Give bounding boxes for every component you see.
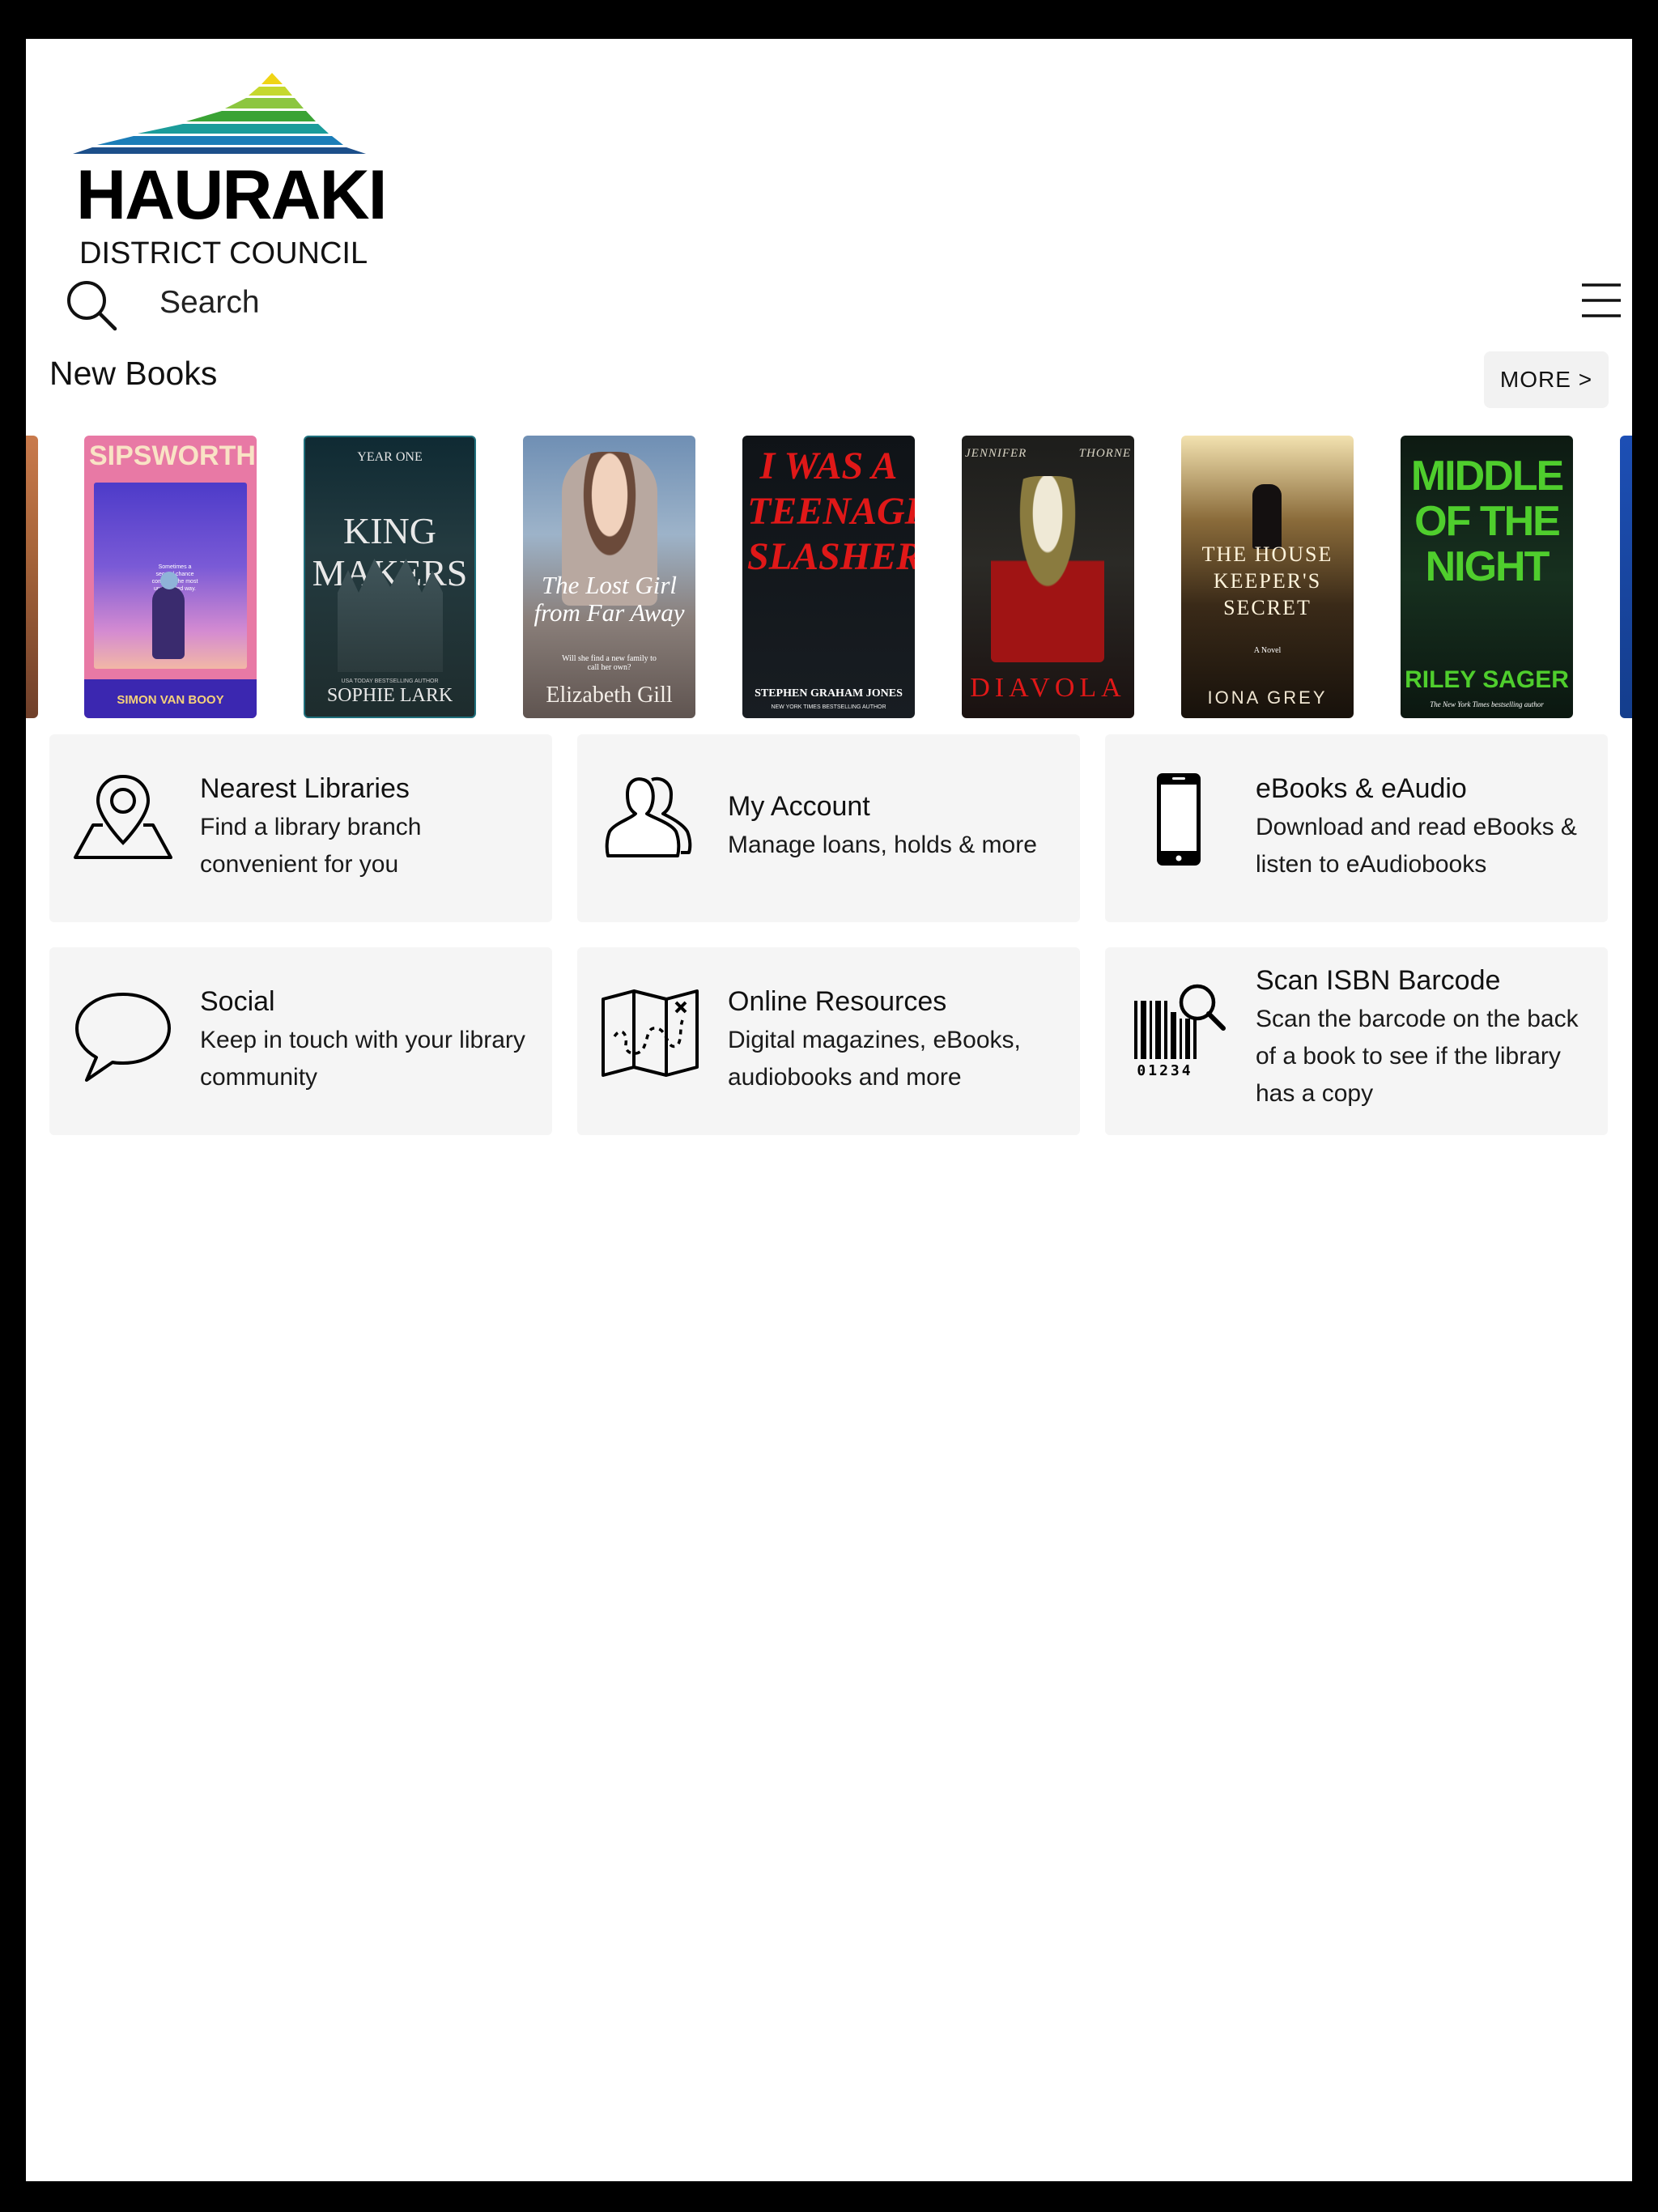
book-author: JENNIFER THORNE bbox=[965, 447, 1131, 460]
book-cover-partial-left[interactable] bbox=[26, 436, 38, 718]
book-cover[interactable]: THE HOUSE KEEPER'S SECRET A Novel IONA G… bbox=[1181, 436, 1354, 718]
new-books-carousel[interactable]: SIPSWORTH Sometimes a second chance come… bbox=[26, 436, 1632, 719]
book-tagline: USA TODAY BESTSELLING AUTHOR bbox=[341, 678, 439, 684]
book-title: I WAS A TEENAGE SLASHER bbox=[747, 445, 915, 578]
tile-description: Keep in touch with your library communit… bbox=[200, 1027, 525, 1091]
tile-title: My Account bbox=[728, 791, 870, 822]
map-pin-icon bbox=[74, 774, 172, 859]
tile-scan-isbn-barcode[interactable]: 01234 Scan ISBN Barcode Scan the barcode… bbox=[1105, 947, 1608, 1135]
tile-description: Download and read eBooks & listen to eAu… bbox=[1256, 814, 1577, 878]
book-figure bbox=[991, 476, 1104, 662]
book-art: Sometimes a second chance comes in the m… bbox=[94, 483, 247, 669]
tile-title: Nearest Libraries bbox=[200, 773, 410, 804]
book-kicker: YEAR ONE bbox=[357, 450, 423, 464]
tile-description: Digital magazines, eBooks, audiobooks an… bbox=[728, 1027, 1021, 1091]
book-kicker: A Novel bbox=[1253, 646, 1282, 655]
book-cover[interactable]: The Lost Girl from Far Away Will she fin… bbox=[523, 436, 695, 718]
tile-description: Scan the barcode on the back of a book t… bbox=[1256, 1006, 1579, 1107]
book-author: SOPHIE LARK bbox=[326, 685, 453, 706]
tile-social[interactable]: Social Keep in touch with your library c… bbox=[49, 947, 552, 1135]
book-author: SIMON VAN BOOY bbox=[117, 693, 224, 707]
search-input[interactable]: Search bbox=[159, 285, 260, 321]
tile-nearest-libraries[interactable]: Nearest Libraries Find a library branch … bbox=[49, 734, 552, 922]
tile-description: Manage loans, holds & more bbox=[728, 832, 1037, 858]
book-author: STEPHEN GRAHAM JONES bbox=[755, 687, 903, 700]
hamburger-menu-icon[interactable] bbox=[1580, 282, 1622, 319]
book-tagline: Will she find a new family to call her o… bbox=[562, 654, 657, 672]
book-cover[interactable]: YEAR ONE KING MAKERS USA TODAY BESTSELLI… bbox=[304, 436, 476, 718]
book-title: SIPSWORTH bbox=[89, 440, 256, 471]
tile-description: Find a library branch convenient for you bbox=[200, 814, 422, 878]
book-author: Elizabeth Gill bbox=[546, 683, 673, 708]
book-cover-partial-right[interactable] bbox=[1620, 436, 1632, 718]
book-tagline: NEW YORK TIMES BESTSELLING AUTHOR bbox=[771, 704, 886, 710]
more-books-button[interactable]: MORE > bbox=[1484, 351, 1609, 408]
barcode-scan-icon: 01234 bbox=[1134, 984, 1226, 1079]
smartphone-icon bbox=[1157, 773, 1201, 866]
book-cover[interactable]: MIDDLE OF THE NIGHT The New York Times b… bbox=[1401, 436, 1573, 718]
tile-title: Online Resources bbox=[728, 986, 947, 1017]
book-title: DIAVOLA bbox=[970, 673, 1126, 703]
tile-title: Social bbox=[200, 986, 275, 1017]
app-screen: HAURAKI DISTRICT COUNCIL Search New Book… bbox=[26, 39, 1632, 2181]
speech-bubble-icon bbox=[75, 993, 171, 1082]
book-author: IONA GREY bbox=[1207, 687, 1328, 708]
search-icon[interactable] bbox=[65, 279, 118, 332]
logo-subtitle: DISTRICT COUNCIL bbox=[79, 236, 368, 270]
book-figure bbox=[1252, 484, 1282, 549]
users-icon bbox=[605, 776, 692, 857]
logo-wordmark: HAURAKI bbox=[76, 156, 388, 234]
book-title: THE HOUSE KEEPER'S SECRET bbox=[1201, 542, 1333, 619]
section-title-new-books: New Books bbox=[49, 355, 218, 392]
tile-title: eBooks & eAudio bbox=[1256, 773, 1467, 804]
barcode-digits: 01234 bbox=[1137, 1062, 1192, 1079]
book-title: KING MAKERS bbox=[312, 510, 468, 593]
search-bar[interactable]: Search bbox=[58, 274, 1629, 338]
book-title: MIDDLE OF THE NIGHT bbox=[1410, 453, 1564, 590]
book-title: The Lost Girl from Far Away bbox=[534, 571, 685, 627]
book-cover[interactable]: I WAS A TEENAGE SLASHER NEW YORK TIMES B… bbox=[742, 436, 915, 718]
logo-mountain-icon bbox=[73, 73, 366, 154]
tile-title: Scan ISBN Barcode bbox=[1256, 965, 1501, 996]
tile-my-account[interactable]: My Account Manage loans, holds & more bbox=[577, 734, 1080, 922]
book-cover[interactable]: SIPSWORTH Sometimes a second chance come… bbox=[84, 436, 257, 718]
council-logo[interactable]: HAURAKI DISTRICT COUNCIL bbox=[73, 73, 388, 270]
treasure-map-icon bbox=[602, 989, 699, 1077]
book-cover[interactable]: JENNIFER THORNE DIAVOLA bbox=[962, 436, 1134, 718]
tile-ebooks-eaudio[interactable]: eBooks & eAudio Download and read eBooks… bbox=[1105, 734, 1608, 922]
book-author: RILEY SAGER bbox=[1405, 666, 1569, 693]
tile-online-resources[interactable]: Online Resources Digital magazines, eBoo… bbox=[577, 947, 1080, 1135]
book-tagline: The New York Times bestselling author bbox=[1430, 700, 1544, 708]
